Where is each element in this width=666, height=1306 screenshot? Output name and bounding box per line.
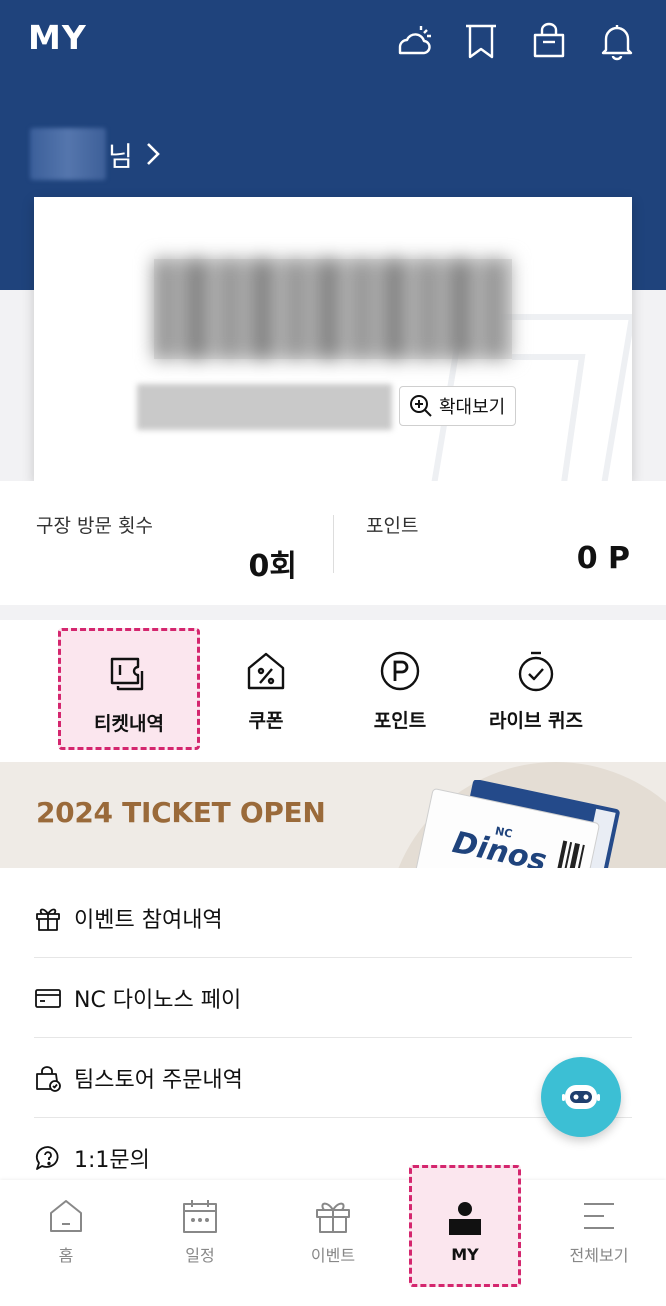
- nav-label: 홈: [58, 1246, 74, 1265]
- barcode-overlay: [154, 259, 512, 359]
- ticket-illustration: Dinos NC: [413, 780, 620, 868]
- visits-stat: 구장 방문 횟수 0회: [0, 481, 333, 605]
- coupon-icon: [247, 652, 285, 690]
- nav-all-menu[interactable]: 전체보기: [543, 1194, 655, 1290]
- quick-menu-point[interactable]: 포인트: [329, 628, 471, 750]
- nav-label: 전체보기: [569, 1246, 629, 1265]
- bell-icon[interactable]: [594, 18, 640, 64]
- quick-menu-label: 쿠폰: [248, 710, 284, 732]
- nav-label: 이벤트: [310, 1246, 356, 1265]
- list-item-label: 이벤트 참여내역: [74, 907, 223, 933]
- nav-label: MY: [451, 1245, 479, 1264]
- gift-icon: [316, 1202, 350, 1233]
- bottom-navigation: 홈 일정 이벤트 MY 전체보기: [0, 1165, 666, 1306]
- card-number-redacted: [137, 384, 392, 430]
- gift-icon: [36, 908, 60, 931]
- home-icon: [50, 1200, 82, 1232]
- banner-title: 2024 TICKET OPEN: [36, 796, 326, 829]
- ticket-icon: [110, 657, 144, 691]
- list-item-label: 1:1문의: [74, 1148, 150, 1173]
- visits-label: 구장 방문 횟수: [36, 515, 153, 537]
- points-stat: 포인트 0 P: [334, 481, 666, 605]
- user-profile-link[interactable]: 님: [30, 128, 161, 180]
- list-item-nc-pay[interactable]: NC 다이노스 페이: [34, 958, 632, 1038]
- quiz-timer-icon: [518, 651, 554, 692]
- nav-event[interactable]: 이벤트: [277, 1194, 389, 1290]
- card-icon: [35, 988, 61, 1008]
- chevron-right-icon: [146, 143, 160, 165]
- points-label: 포인트: [366, 515, 419, 537]
- person-icon: [449, 1202, 481, 1235]
- points-value: 0 P: [576, 541, 630, 576]
- bookmark-icon[interactable]: [458, 18, 504, 64]
- list-item-label: 팀스토어 주문내역: [74, 1067, 243, 1093]
- quick-menu-ticket-history[interactable]: 티켓내역: [58, 628, 200, 750]
- quick-menu-label: 라이브 퀴즈: [488, 710, 583, 732]
- user-name-redacted: [30, 128, 106, 180]
- page-title: MY: [28, 18, 87, 57]
- header-icons: [390, 18, 640, 64]
- zoom-in-icon: [410, 395, 432, 417]
- nav-home[interactable]: 홈: [10, 1194, 122, 1290]
- quick-menu: 티켓내역 쿠폰 포인트 라이브 퀴즈: [0, 620, 666, 762]
- robot-icon: [562, 1085, 600, 1109]
- point-icon: [380, 651, 420, 691]
- quick-menu-label: 포인트: [373, 710, 427, 732]
- quick-menu-coupon[interactable]: 쿠폰: [195, 628, 337, 750]
- shop-bag-icon[interactable]: [526, 18, 572, 64]
- menu-icon: [584, 1203, 614, 1229]
- membership-card: 확대보기: [34, 197, 632, 481]
- store-bag-icon: [36, 1065, 61, 1092]
- list-item-event-history[interactable]: 이벤트 참여내역: [34, 878, 632, 958]
- nav-schedule[interactable]: 일정: [144, 1194, 256, 1290]
- visits-value: 0회: [248, 549, 297, 584]
- ticket-open-banner[interactable]: 2024 TICKET OPEN Dinos NC: [0, 762, 666, 868]
- zoom-button-label: 확대보기: [439, 397, 506, 418]
- nav-label: 일정: [185, 1246, 215, 1265]
- zoom-button[interactable]: 확대보기: [399, 386, 517, 426]
- quick-menu-label: 티켓내역: [94, 713, 164, 735]
- weather-icon[interactable]: [390, 18, 436, 64]
- user-name-suffix: 님: [108, 141, 133, 173]
- chat-question-icon: [35, 1146, 59, 1170]
- calendar-icon: [183, 1200, 217, 1233]
- stats-panel: 구장 방문 횟수 0회 포인트 0 P: [0, 481, 666, 605]
- quick-menu-live-quiz[interactable]: 라이브 퀴즈: [465, 628, 607, 750]
- list-item-label: NC 다이노스 페이: [74, 987, 242, 1013]
- chatbot-button[interactable]: [541, 1057, 621, 1137]
- nav-my[interactable]: MY: [409, 1165, 521, 1287]
